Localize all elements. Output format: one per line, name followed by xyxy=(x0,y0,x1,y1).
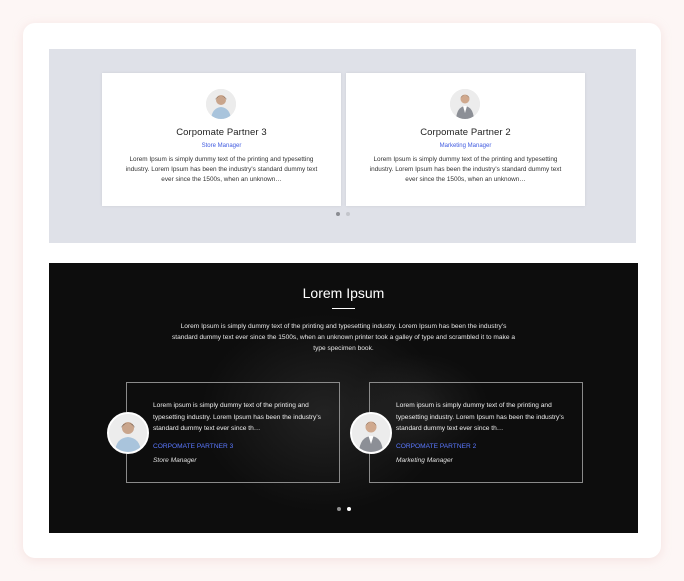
avatar xyxy=(107,412,149,454)
card-name: Corpomate Partner 2 xyxy=(420,127,511,138)
card-role: Marketing Manager xyxy=(439,143,492,149)
testimonial-card: Lorem ipsum is simply dummy text of the … xyxy=(350,382,583,483)
section-title: Lorem Ipsum xyxy=(302,285,385,301)
slider-pagination xyxy=(49,507,638,511)
card-name: Corpomate Partner 2 xyxy=(396,443,477,450)
title-divider xyxy=(332,308,355,309)
card-name: Corpomate Partner 3 xyxy=(176,127,267,138)
card-text: Lorem Ipsum is simply dummy text of the … xyxy=(369,156,562,183)
card-text: Lorem ipsum is simply dummy text of the … xyxy=(153,402,321,432)
card-text: Lorem ipsum is simply dummy text of the … xyxy=(396,402,564,432)
testimonial-card: Corpomate Partner 2 Marketing Manager Lo… xyxy=(346,73,585,206)
card-role: Marketing Manager xyxy=(396,457,453,464)
testimonial-slider-dark: Lorem Ipsum Lorem Ipsum is simply dummy … xyxy=(49,263,638,533)
card-text: Lorem Ipsum is simply dummy text of the … xyxy=(125,156,318,183)
avatar xyxy=(350,412,392,454)
testimonial-card: Corpomate Partner 3 Store Manager Lorem … xyxy=(102,73,341,206)
card-role: Store Manager xyxy=(201,143,242,149)
card-name: Corpomate Partner 3 xyxy=(153,443,234,450)
card-role: Store Manager xyxy=(153,457,197,464)
pagination-dot[interactable] xyxy=(336,507,341,511)
avatar xyxy=(450,89,480,119)
testimonial-card: Lorem ipsum is simply dummy text of the … xyxy=(107,382,340,483)
pagination-dot-active[interactable] xyxy=(335,212,340,216)
section-intro: Lorem Ipsum is simply dummy text of the … xyxy=(171,323,516,352)
testimonial-slider-light: Corpomate Partner 3 Store Manager Lorem … xyxy=(49,49,636,243)
slider-pagination xyxy=(49,212,636,216)
avatar xyxy=(206,89,236,119)
pagination-dot[interactable] xyxy=(345,212,350,216)
pagination-dot-active[interactable] xyxy=(346,507,351,511)
